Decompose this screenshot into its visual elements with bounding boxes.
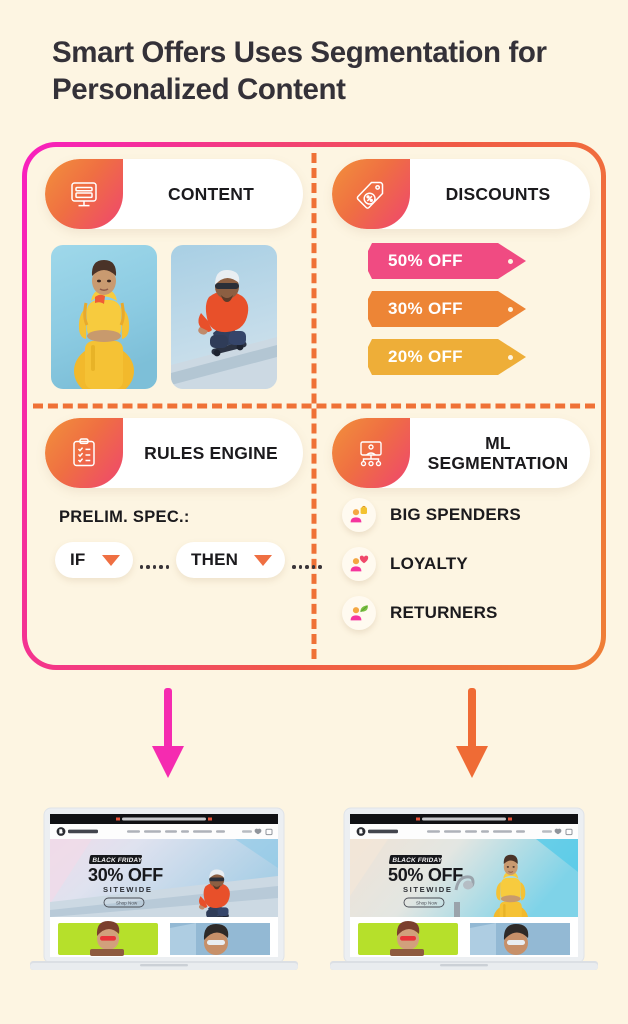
segment-label: LOYALTY — [390, 554, 468, 573]
then-dropdown[interactable]: THEN — [176, 542, 286, 578]
chevron-down-icon — [101, 554, 120, 566]
man-skateboard-photo — [171, 245, 277, 389]
ml-label-line-2: SEGMENTATION — [427, 453, 569, 473]
segmentation-grid-inner: CONTENT DISCOUNTS 50% OFF 30% OFF 20% OF… — [27, 147, 601, 665]
svg-text:Shop Now: Shop Now — [116, 900, 138, 905]
content-header-label: CONTENT — [168, 183, 254, 204]
segmentation-grid: CONTENT DISCOUNTS 50% OFF 30% OFF 20% OF… — [22, 142, 606, 670]
monitor-icon — [45, 159, 123, 229]
ml-segmentation-header[interactable]: ML SEGMENTATION — [332, 418, 590, 488]
content-header[interactable]: CONTENT — [45, 159, 303, 229]
discounts-header[interactable]: DISCOUNTS — [332, 159, 590, 229]
if-dropdown[interactable]: IF — [55, 542, 133, 578]
segment-item[interactable]: BIG SPENDERS — [342, 498, 521, 532]
rule-connector-dots — [133, 565, 177, 569]
discount-tag[interactable]: 20% OFF — [368, 339, 526, 375]
laptop-30-off[interactable]: BLACK FRIDAY 30% OFF SITEWIDE Shop Now — [30, 806, 298, 990]
arrow-to-left-output — [151, 688, 185, 780]
content-photos — [51, 245, 277, 389]
quadrant-content: CONTENT — [27, 147, 314, 406]
quadrant-discounts: DISCOUNTS 50% OFF 30% OFF 20% OFF — [314, 147, 601, 406]
chevron-down-icon — [254, 554, 273, 566]
discounts-header-label: DISCOUNTS — [445, 183, 551, 204]
svg-text:50% OFF: 50% OFF — [388, 865, 463, 885]
infographic-page: Smart Offers Uses Segmentation for Perso… — [0, 0, 628, 1024]
user-leaf-icon — [342, 596, 376, 630]
discount-tag[interactable]: 30% OFF — [368, 291, 526, 327]
rules-engine-header[interactable]: RULES ENGINE — [45, 418, 303, 488]
ml-label-line-1: ML — [485, 432, 511, 453]
ml-segment-list: BIG SPENDERS LOYALTY RETURNERS — [342, 498, 521, 630]
svg-text:30% OFF: 30% OFF — [88, 865, 163, 885]
svg-text:SITEWIDE: SITEWIDE — [103, 885, 153, 894]
arrow-to-right-output — [455, 688, 489, 780]
user-shopping-bag-icon — [342, 498, 376, 532]
then-dropdown-label: THEN — [191, 550, 239, 569]
segment-item[interactable]: RETURNERS — [342, 596, 521, 630]
segment-label: RETURNERS — [390, 603, 498, 622]
svg-text:BLACK FRIDAY: BLACK FRIDAY — [92, 857, 143, 864]
network-segmentation-icon — [332, 418, 410, 488]
discount-tag-label: 50% OFF — [388, 251, 463, 270]
discount-tag[interactable]: 50% OFF — [368, 243, 526, 279]
laptop-50-off[interactable]: BLACK FRIDAY 50% OFF SITEWIDE Shop Now — [330, 806, 598, 990]
if-dropdown-label: IF — [70, 550, 86, 569]
prelim-spec-label: PRELIM. SPEC.: — [59, 508, 190, 526]
discount-tag-label: 20% OFF — [388, 347, 463, 366]
segment-label: BIG SPENDERS — [390, 505, 521, 524]
price-tag-percent-icon — [332, 159, 410, 229]
quadrant-rules-engine: RULES ENGINE PRELIM. SPEC.: IF THEN — [27, 406, 322, 665]
discount-tag-list: 50% OFF 30% OFF 20% OFF — [368, 243, 526, 375]
ml-segmentation-header-label: ML SEGMENTATION — [410, 433, 590, 474]
clipboard-checklist-icon — [45, 418, 123, 488]
discount-tag-label: 30% OFF — [388, 299, 463, 318]
page-title: Smart Offers Uses Segmentation for Perso… — [52, 36, 547, 107]
quadrant-ml-segmentation: ML SEGMENTATION BIG SPENDERS LOYALTY RET… — [314, 406, 601, 665]
svg-text:Shop Now: Shop Now — [416, 900, 438, 905]
segment-item[interactable]: LOYALTY — [342, 547, 521, 581]
woman-yellow-tracksuit-photo — [51, 245, 157, 389]
user-heart-icon — [342, 547, 376, 581]
rule-builder-row: IF THEN — [55, 542, 329, 578]
svg-text:BLACK FRIDAY: BLACK FRIDAY — [392, 857, 443, 864]
svg-text:SITEWIDE: SITEWIDE — [403, 885, 453, 894]
rules-engine-header-label: RULES ENGINE — [144, 442, 278, 463]
